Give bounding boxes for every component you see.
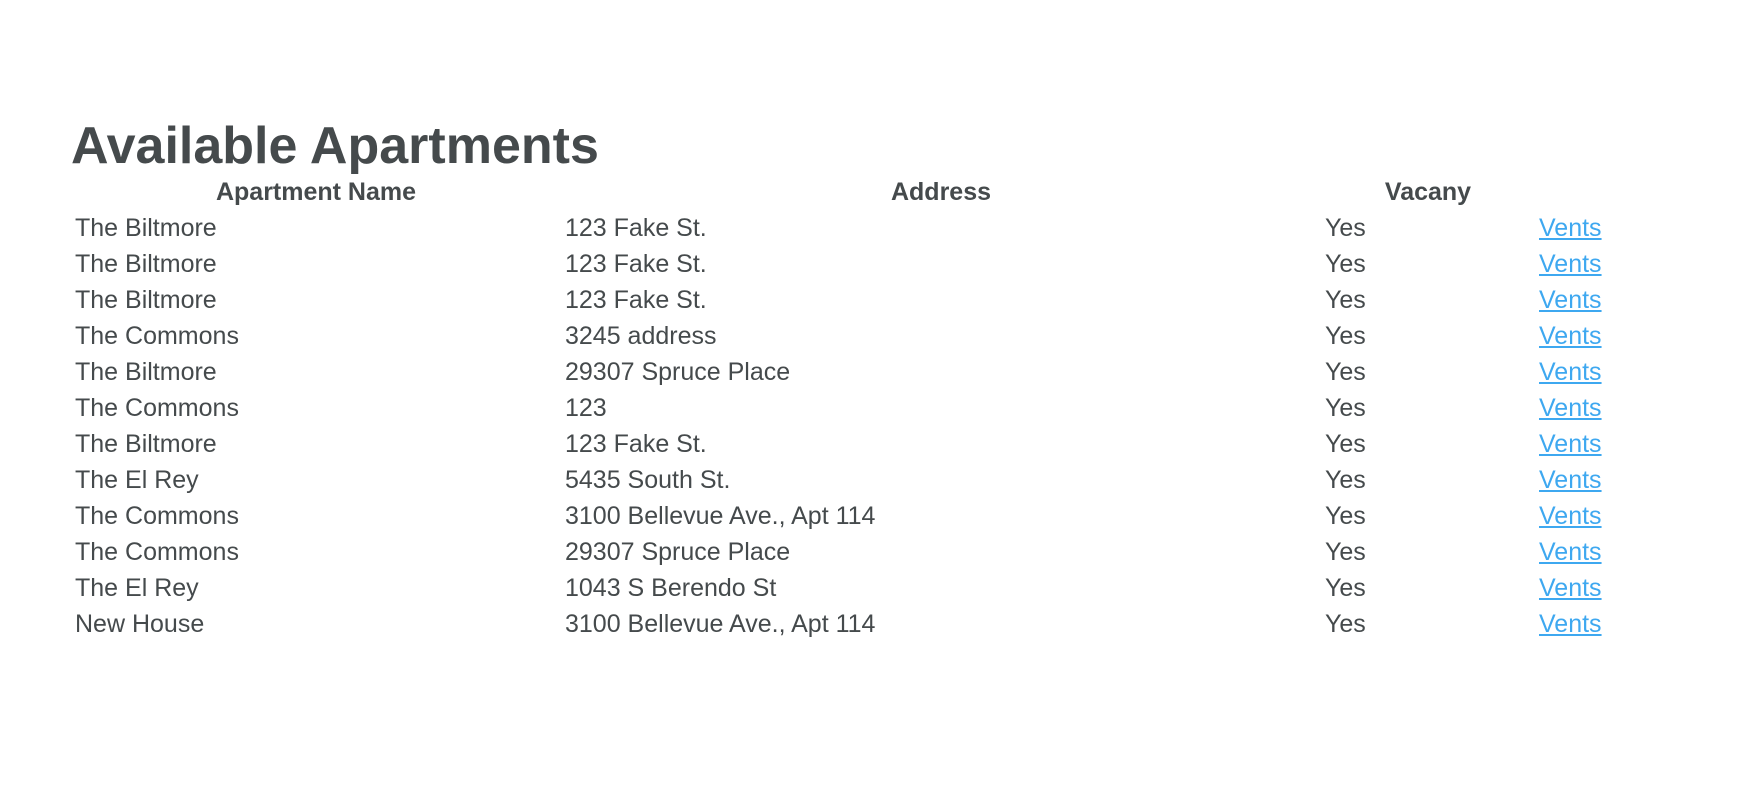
table-row: The Biltmore 123 Fake St. Yes Vents	[71, 282, 1617, 318]
vents-link[interactable]: Vents	[1539, 610, 1602, 638]
address-cell: 3245 address	[565, 321, 717, 350]
vacancy-cell: Yes	[1325, 285, 1366, 314]
apartment-name-cell: The Biltmore	[75, 213, 217, 242]
link-cell: Vents	[1535, 534, 1617, 570]
header-link	[1535, 174, 1617, 210]
link-cell: Vents	[1535, 210, 1617, 246]
table-row: The Commons 29307 Spruce Place Yes Vents	[71, 534, 1617, 570]
apartment-name-cell: The Biltmore	[75, 429, 217, 458]
vents-link[interactable]: Vents	[1539, 394, 1602, 422]
apartment-name-cell: The Biltmore	[75, 249, 217, 278]
link-cell: Vents	[1535, 246, 1617, 282]
apartment-name-cell: The Commons	[75, 501, 239, 530]
link-cell: Vents	[1535, 570, 1617, 606]
address-cell: 29307 Spruce Place	[565, 357, 791, 386]
table-row: The Commons 3245 address Yes Vents	[71, 318, 1617, 354]
vents-link[interactable]: Vents	[1539, 538, 1602, 566]
link-cell: Vents	[1535, 390, 1617, 426]
address-cell: 5435 South St.	[565, 465, 731, 494]
header-vacancy: Vacany	[1384, 177, 1472, 206]
vents-link[interactable]: Vents	[1539, 214, 1602, 242]
table-row: The Biltmore 123 Fake St. Yes Vents	[71, 246, 1617, 282]
address-cell: 123 Fake St.	[565, 429, 707, 458]
apartment-name-cell: The Commons	[75, 393, 239, 422]
address-cell: 123	[565, 393, 607, 422]
link-cell: Vents	[1535, 282, 1617, 318]
apartment-name-cell: The Commons	[75, 537, 239, 566]
vacancy-cell: Yes	[1325, 357, 1366, 386]
header-address: Address	[890, 177, 992, 206]
table-row: The Commons 123 Yes Vents	[71, 390, 1617, 426]
page: Available Apartments Apartment Name Addr…	[0, 0, 1744, 808]
address-cell: 1043 S Berendo St	[565, 573, 777, 602]
vacancy-cell: Yes	[1325, 465, 1366, 494]
link-cell: Vents	[1535, 318, 1617, 354]
address-cell: 123 Fake St.	[565, 213, 707, 242]
apartment-name-cell: New House	[75, 609, 205, 638]
table-row: The Biltmore 123 Fake St. Yes Vents	[71, 426, 1617, 462]
link-cell: Vents	[1535, 462, 1617, 498]
table-row: The El Rey 5435 South St. Yes Vents	[71, 462, 1617, 498]
vents-link[interactable]: Vents	[1539, 358, 1602, 386]
address-cell: 123 Fake St.	[565, 249, 707, 278]
vents-link[interactable]: Vents	[1539, 250, 1602, 278]
vacancy-cell: Yes	[1325, 537, 1366, 566]
vents-link[interactable]: Vents	[1539, 502, 1602, 530]
table-row: The Biltmore 123 Fake St. Yes Vents	[71, 210, 1617, 246]
link-cell: Vents	[1535, 354, 1617, 390]
apartment-name-cell: The Biltmore	[75, 357, 217, 386]
vacancy-cell: Yes	[1325, 573, 1366, 602]
address-cell: 123 Fake St.	[565, 285, 707, 314]
vacancy-cell: Yes	[1325, 609, 1366, 638]
vacancy-cell: Yes	[1325, 249, 1366, 278]
table-row: New House 3100 Bellevue Ave., Apt 114 Ye…	[71, 606, 1617, 642]
address-cell: 3100 Bellevue Ave., Apt 114	[565, 501, 876, 530]
vents-link[interactable]: Vents	[1539, 466, 1602, 494]
table-row: The Biltmore 29307 Spruce Place Yes Vent…	[71, 354, 1617, 390]
vacancy-cell: Yes	[1325, 321, 1366, 350]
apartment-name-cell: The Commons	[75, 321, 239, 350]
apartment-name-cell: The El Rey	[75, 573, 199, 602]
link-cell: Vents	[1535, 498, 1617, 534]
vacancy-cell: Yes	[1325, 501, 1366, 530]
table-header-row: Apartment Name Address Vacany	[71, 174, 1617, 210]
apartment-name-cell: The El Rey	[75, 465, 199, 494]
vacancy-cell: Yes	[1325, 213, 1366, 242]
apartment-name-cell: The Biltmore	[75, 285, 217, 314]
address-cell: 29307 Spruce Place	[565, 537, 791, 566]
vents-link[interactable]: Vents	[1539, 430, 1602, 458]
vacancy-cell: Yes	[1325, 429, 1366, 458]
vacancy-cell: Yes	[1325, 393, 1366, 422]
address-cell: 3100 Bellevue Ave., Apt 114	[565, 609, 876, 638]
link-cell: Vents	[1535, 606, 1617, 642]
vents-link[interactable]: Vents	[1539, 322, 1602, 350]
table-row: The Commons 3100 Bellevue Ave., Apt 114 …	[71, 498, 1617, 534]
table-row: The El Rey 1043 S Berendo St Yes Vents	[71, 570, 1617, 606]
page-title: Available Apartments	[71, 117, 599, 175]
vents-link[interactable]: Vents	[1539, 574, 1602, 602]
vents-link[interactable]: Vents	[1539, 286, 1602, 314]
apartments-table: Apartment Name Address Vacany The Biltmo…	[71, 174, 1617, 642]
link-cell: Vents	[1535, 426, 1617, 462]
header-apartment-name: Apartment Name	[215, 177, 417, 206]
